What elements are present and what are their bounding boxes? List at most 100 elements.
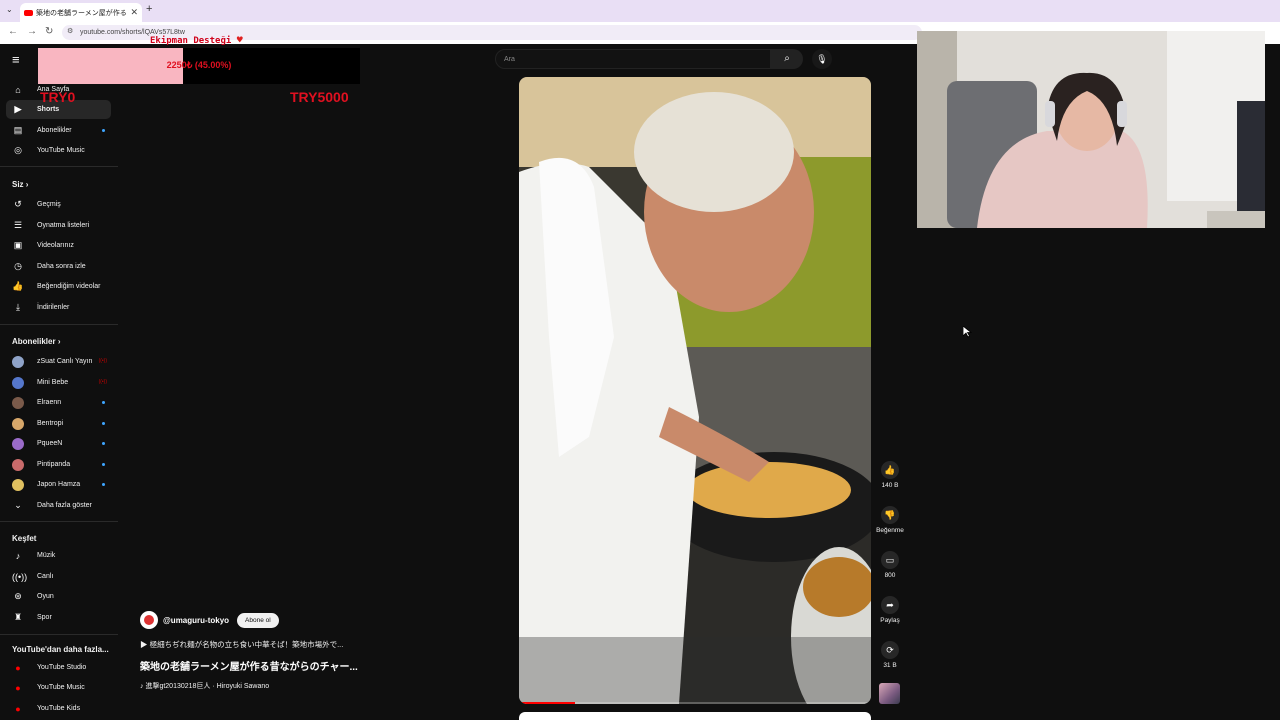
sidebar-item-label: Pintipanda	[37, 461, 71, 468]
sidebar-item-label: Shorts	[37, 106, 60, 113]
like-button[interactable]: 👍 140 B	[876, 461, 904, 489]
forward-icon[interactable]: →	[27, 26, 37, 37]
sidebar-item-subscriptions[interactable]: ▤ Abonelikler	[6, 121, 111, 140]
sidebar-item-label: YouTube Music	[37, 684, 85, 691]
playlist-icon: ☰	[13, 220, 23, 230]
avatar[interactable]	[140, 611, 158, 629]
download-icon: ⤓	[16, 302, 20, 312]
donation-progress-text: 2250₺ (45.00%)	[166, 60, 232, 70]
share-button[interactable]: ➦ Paylaş	[876, 596, 904, 624]
reload-icon[interactable]: ↻	[45, 26, 53, 37]
donation-goal-title: Ekipman Desteği ♥	[150, 35, 243, 46]
avatar	[12, 478, 24, 491]
video-progress-fill	[519, 702, 576, 704]
sidebar-sub-channel[interactable]: Elraenn	[6, 393, 111, 412]
youtube-music-icon: ●	[15, 682, 21, 693]
sidebar-sub-channel[interactable]: zSuat Canlı Yayın ((•))	[6, 352, 111, 371]
sidebar-item-label: Japon Hamza	[37, 481, 81, 488]
close-tab-icon[interactable]: ✕	[130, 7, 138, 18]
sidebar-item-youtube-studio[interactable]: ● YouTube Studio	[6, 658, 111, 677]
sidebar-item-label: YouTube Kids	[37, 705, 81, 712]
tab-list-icon[interactable]: ⌄	[6, 5, 13, 14]
sidebar-item-playlists[interactable]: ☰ Oynatma listeleri	[6, 216, 111, 235]
sidebar-item-your-videos[interactable]: ▣ Videolarınız	[6, 236, 111, 255]
music-note-icon: ♪	[15, 550, 21, 561]
menu-icon[interactable]: ≡	[12, 52, 20, 67]
back-icon[interactable]: ←	[8, 26, 18, 37]
sidebar-item-label: Spor	[37, 614, 52, 621]
sidebar-sub-channel[interactable]: PqueeN	[6, 434, 111, 453]
voice-search-button[interactable]: 🎙	[812, 49, 832, 69]
browser-tab[interactable]: 築地の老舗ラーメン屋が作る昔ながら ✕	[20, 3, 142, 22]
short-description[interactable]: ▶ 極細ちぢれ麺が名物の立ち食い中華そば！築地市場外で...	[140, 639, 380, 650]
sidebar-item-label: Daha sonra izle	[37, 263, 86, 270]
sidebar-item-label: YouTube Studio	[37, 664, 87, 671]
new-content-dot	[102, 401, 105, 404]
avatar	[12, 417, 24, 430]
sidebar-item-live[interactable]: ((•)) Canlı	[6, 567, 111, 586]
sidebar-item-youtube-music[interactable]: ◎ YouTube Music	[6, 141, 111, 160]
search-input[interactable]: Ara	[495, 49, 771, 69]
sidebar-item-gaming[interactable]: ⊛ Oyun	[6, 587, 111, 606]
site-info-icon[interactable]: ⚙	[67, 28, 73, 36]
subscribe-button[interactable]: Abone ol	[237, 612, 279, 628]
channel-name[interactable]: @umaguru-tokyo	[163, 616, 229, 625]
dislike-button[interactable]: 👎 Beğenme	[876, 506, 904, 534]
sidebar-item-downloads[interactable]: ⤓ İndirilenler	[6, 298, 111, 317]
gamepad-icon: ⊛	[14, 591, 22, 601]
sidebar-item-label: Bentropi	[37, 420, 64, 427]
home-icon: ⌂	[15, 84, 21, 95]
live-icon: ((•))	[98, 358, 107, 364]
sidebar-section-you[interactable]: Siz ›	[12, 180, 28, 189]
new-content-dot	[102, 422, 105, 425]
sidebar-divider	[0, 521, 118, 522]
new-content-dot	[102, 129, 105, 132]
sidebar-item-music[interactable]: ♪ Müzik	[6, 546, 111, 565]
subscriptions-icon: ▤	[13, 125, 23, 135]
new-content-dot	[102, 442, 105, 445]
video-frame	[519, 77, 871, 704]
short-sound[interactable]: ♪ 進撃gt20130218巨人 · Hiroyuki Sawano	[140, 681, 269, 691]
sidebar-sub-channel[interactable]: Japon Hamza	[6, 475, 111, 494]
sidebar-item-label: Daha fazla göster	[37, 502, 92, 509]
sidebar-item-label: Mini Bebe	[37, 379, 69, 386]
sidebar-item-youtube-kids[interactable]: ● YouTube Kids	[6, 699, 111, 718]
sidebar-item-label: zSuat Canlı Yayın	[37, 358, 93, 365]
sidebar-show-more[interactable]: ⌄ Daha fazla göster	[6, 496, 111, 515]
remix-button[interactable]: ⟳ 31 B	[876, 641, 904, 669]
sidebar-section-subscriptions[interactable]: Abonelikler ›	[12, 337, 60, 346]
sidebar-item-label: Abonelikler	[37, 127, 72, 134]
sidebar-item-liked-videos[interactable]: 👍 Beğendiğim videolar	[6, 277, 111, 296]
sidebar-item-sports[interactable]: ♜ Spor	[6, 608, 111, 627]
sidebar-item-label: Oynatma listeleri	[37, 222, 90, 229]
sidebar-item-youtube-music-app[interactable]: ● YouTube Music	[6, 678, 111, 697]
section-heading: Abonelikler	[12, 337, 56, 346]
new-tab-button[interactable]: +	[146, 3, 152, 15]
sidebar-sub-channel[interactable]: Mini Bebe ((•))	[6, 373, 111, 392]
search-button[interactable]: ⌕	[771, 49, 803, 69]
sidebar-item-label: Müzik	[37, 552, 56, 559]
sidebar-sub-channel[interactable]: Pintipanda	[6, 455, 111, 474]
short-title[interactable]: 築地の老舗ラーメン屋が作る昔ながらのチャー...	[140, 658, 380, 673]
comments-button[interactable]: ▭ 800	[876, 551, 904, 579]
share-label: Paylaş	[880, 617, 900, 624]
sidebar-item-label: İndirilenler	[37, 304, 70, 311]
thumbs-up-icon: 👍	[881, 461, 899, 479]
next-short-preview[interactable]	[519, 712, 871, 720]
search-icon: ⌕	[784, 53, 790, 64]
dislike-label: Beğenme	[876, 527, 904, 534]
sidebar-item-label: YouTube Music	[37, 147, 85, 154]
sidebar-item-history[interactable]: ↺ Geçmiş	[6, 195, 111, 214]
youtube-studio-icon: ●	[15, 662, 21, 673]
donation-goal-label: Ekipman Desteği	[150, 36, 232, 46]
screen: ⌄ 築地の老舗ラーメン屋が作る昔ながら ✕ + ← → ↻ ⚙ youtube.…	[0, 0, 1280, 720]
short-video-player[interactable]	[519, 77, 871, 704]
sidebar-item-label: Geçmiş	[37, 201, 61, 208]
sound-thumbnail[interactable]	[879, 683, 900, 704]
sidebar-sub-channel[interactable]: Bentropi	[6, 414, 111, 433]
sidebar-item-label: PqueeN	[37, 440, 63, 447]
video-progress-bar[interactable]	[519, 702, 871, 704]
trophy-icon: ♜	[13, 612, 23, 622]
sidebar-divider	[0, 166, 118, 167]
sidebar-item-watch-later[interactable]: ◷ Daha sonra izle	[6, 257, 111, 276]
